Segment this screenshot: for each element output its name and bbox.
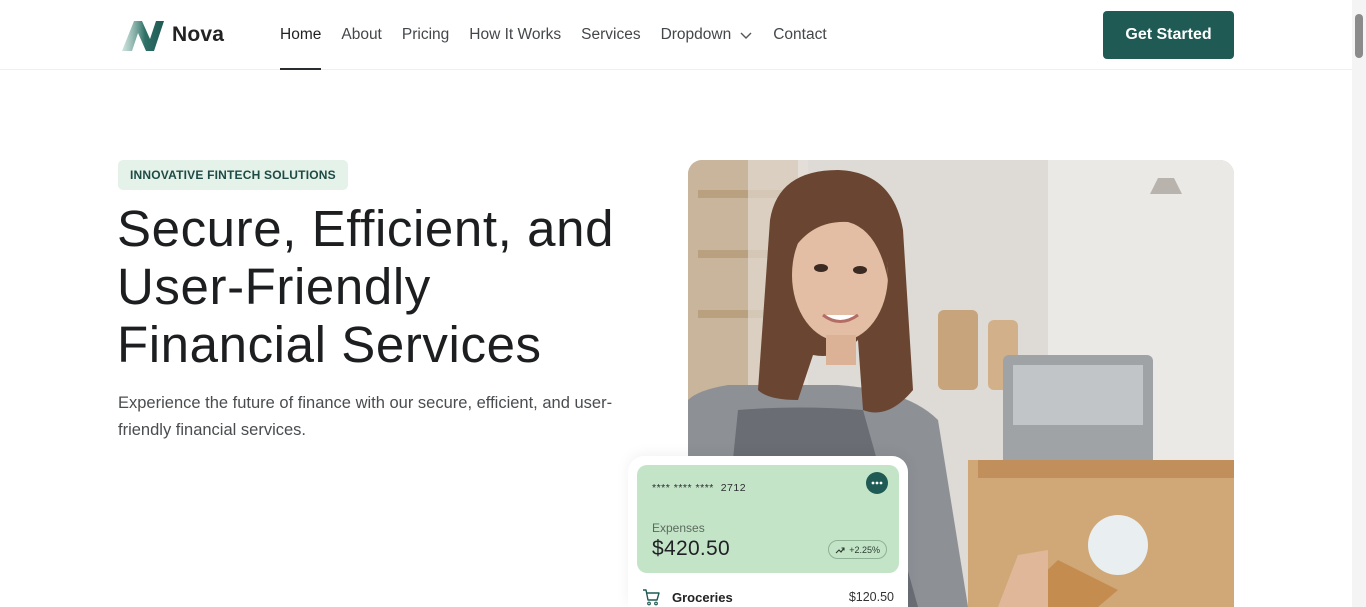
nav-contact[interactable]: Contact (773, 0, 826, 70)
nav-dropdown[interactable]: Dropdown (661, 0, 754, 70)
card-number-last4: 2712 (720, 482, 747, 494)
hero-badge: INNOVATIVE FINTECH SOLUTIONS (118, 160, 348, 190)
expenses-amount: $420.50 (652, 537, 731, 560)
nav-home[interactable]: Home (280, 0, 322, 70)
navbar: Nova Home About Pricing How It Works Ser… (0, 0, 1352, 70)
scrollbar[interactable] (1352, 0, 1366, 607)
nav-links: Home About Pricing How It Works Services… (280, 0, 847, 70)
chevron-down-icon (740, 32, 752, 39)
cart-icon (643, 589, 660, 606)
hero-title-line-2: User-Friendly (117, 258, 431, 315)
expense-row-groceries[interactable]: Groceries $120.50 (642, 587, 894, 607)
brand-name: Nova (172, 23, 225, 46)
nav-how-it-works[interactable]: How It Works (469, 0, 561, 70)
hero-title: Secure, Efficient, and User-Friendly Fin… (117, 200, 657, 374)
card-number: **** **** **** 2712 (652, 482, 746, 494)
more-dots-icon (871, 481, 883, 485)
logo-icon (122, 21, 164, 51)
change-value: +2.25% (849, 544, 880, 555)
nav-pricing[interactable]: Pricing (402, 0, 449, 70)
expense-card-widget: **** **** **** 2712 Expenses $420.50 +2.… (628, 456, 908, 607)
nav-dropdown-label: Dropdown (660, 26, 732, 43)
expense-card: **** **** **** 2712 Expenses $420.50 +2.… (637, 465, 899, 573)
get-started-button[interactable]: Get Started (1103, 11, 1234, 59)
expense-amount: $120.50 (848, 590, 894, 604)
scrollbar-thumb[interactable] (1355, 14, 1363, 58)
logo[interactable]: Nova (120, 17, 224, 53)
nav-about[interactable]: About (341, 0, 382, 70)
change-badge: +2.25% (828, 540, 887, 559)
expense-name: Groceries (672, 589, 733, 605)
nav-services[interactable]: Services (581, 0, 640, 70)
more-options-button[interactable] (866, 472, 888, 494)
expenses-label: Expenses (652, 521, 705, 535)
hero-title-line-3: Financial Services (117, 316, 542, 373)
card-number-masked: **** **** **** (652, 482, 714, 494)
trend-up-icon (835, 546, 845, 553)
hero-subtitle: Experience the future of finance with ou… (118, 394, 613, 439)
hero-title-line-1: Secure, Efficient, and (117, 200, 615, 257)
